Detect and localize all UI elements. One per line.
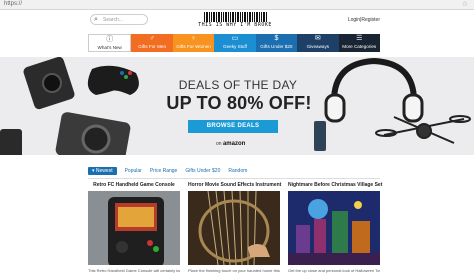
- hero-headline: DEALS OF THE DAY: [178, 78, 298, 92]
- headphones-image: [331, 57, 417, 102]
- search-box[interactable]: ⌕ Search...: [90, 14, 148, 25]
- tab-price-range[interactable]: Price Range: [150, 168, 178, 174]
- tab-popular[interactable]: Popular: [125, 168, 142, 174]
- site-header: ⌕ Search... THIS IS WHY I'M BROKE Login|…: [0, 10, 474, 32]
- nav-more-categories[interactable]: ☰ More Categories: [338, 34, 380, 52]
- hero-product-collage-left: [0, 57, 139, 155]
- nav-label: What's New: [97, 45, 122, 50]
- nav-label: More Categories: [342, 44, 377, 49]
- product-image[interactable]: [88, 191, 180, 265]
- tab-newest[interactable]: ▾ Newest: [88, 167, 117, 175]
- nav-giveaways[interactable]: ✉ Giveaways: [297, 34, 339, 52]
- register-link[interactable]: Register: [361, 17, 380, 23]
- hero-banner: DEALS OF THE DAY UP TO 80% OFF! BROWSE D…: [0, 57, 474, 155]
- sort-tabs: ▾ Newest Popular Price Range Gifts Under…: [88, 166, 247, 176]
- monitor-icon: ▭: [231, 35, 239, 42]
- male-icon: ♂: [149, 35, 155, 42]
- main-nav: ⓘ What's New ♂ Gifts For Men ♀ Gifts For…: [88, 34, 380, 52]
- tab-random[interactable]: Random: [228, 168, 247, 174]
- auth-links: Login|Register: [348, 17, 380, 23]
- address-bar[interactable]: https://: [4, 1, 22, 7]
- product-title[interactable]: Nightmare Before Christmas Village Set: [288, 182, 382, 189]
- grid-icon: ☰: [356, 35, 363, 42]
- site-logo[interactable]: THIS IS WHY I'M BROKE: [198, 12, 272, 30]
- product-card[interactable]: Retro FC Handheld Game Console This Retr…: [88, 182, 180, 278]
- nav-label: Geeky Stuff: [223, 44, 247, 49]
- speaker-image: [314, 121, 326, 151]
- product-title[interactable]: Retro FC Handheld Game Console: [88, 182, 180, 189]
- product-card[interactable]: Horror Movie Sound Effects Instrument Pl…: [188, 182, 281, 278]
- bookmark-star-icon[interactable]: ☆: [462, 0, 468, 8]
- female-icon: ♀: [190, 35, 197, 42]
- product-title[interactable]: Horror Movie Sound Effects Instrument: [188, 182, 281, 189]
- product-description: Place the finishing touch on your haunte…: [188, 268, 280, 273]
- game-controller-image: [87, 65, 139, 95]
- nav-label: Giveaways: [306, 44, 330, 49]
- nav-gifts-for-women[interactable]: ♀ Gifts For Women: [172, 34, 215, 52]
- camera-lens-2: [81, 124, 111, 154]
- search-input[interactable]: Search...: [103, 16, 123, 24]
- amazon-logo: amazon: [222, 141, 246, 147]
- nav-whats-new[interactable]: ⓘ What's New: [88, 34, 132, 52]
- hero-product-collage-right: [314, 57, 471, 151]
- tabs-divider: [88, 178, 380, 179]
- drone-image: [375, 115, 471, 144]
- nav-geeky-stuff[interactable]: ▭ Geeky Stuff: [214, 34, 256, 52]
- nav-label: Gifts For Men: [138, 44, 167, 49]
- browser-toolbar: https:// ☆: [0, 0, 474, 10]
- product-card[interactable]: Nightmare Before Christmas Village Set G…: [288, 182, 382, 278]
- tab-label: Newest: [95, 168, 113, 174]
- info-icon: ⓘ: [106, 36, 114, 43]
- gift-icon: ✉: [314, 35, 321, 42]
- dollar-icon: $: [274, 35, 279, 42]
- camera-lens: [42, 73, 62, 93]
- logo-tagline: THIS IS WHY I'M BROKE: [198, 22, 272, 28]
- phone-image: [0, 129, 22, 155]
- product-image[interactable]: [288, 191, 380, 265]
- product-description: Get the up close and personal look of Ha…: [288, 268, 380, 273]
- hero-offer: UP TO 80% OFF!: [166, 93, 312, 113]
- barcode-logo-graphic: [198, 12, 272, 22]
- nav-label: Gifts Under $20: [260, 44, 293, 49]
- product-description: This Retro Handheld Game Console will ce…: [88, 268, 180, 273]
- nav-gifts-under-20[interactable]: $ Gifts Under $20: [255, 34, 298, 52]
- tab-gifts-under-20[interactable]: Gifts Under $20: [185, 168, 220, 174]
- on-label: on: [216, 141, 222, 147]
- amazon-attribution: on amazon: [216, 141, 245, 147]
- nav-label: Gifts For Women: [176, 44, 211, 49]
- nav-gifts-for-men[interactable]: ♂ Gifts For Men: [131, 34, 173, 52]
- login-link[interactable]: Login: [348, 17, 360, 23]
- search-icon[interactable]: ⌕: [94, 16, 98, 24]
- browse-deals-button[interactable]: BROWSE DEALS: [188, 120, 278, 133]
- product-image[interactable]: [188, 191, 280, 265]
